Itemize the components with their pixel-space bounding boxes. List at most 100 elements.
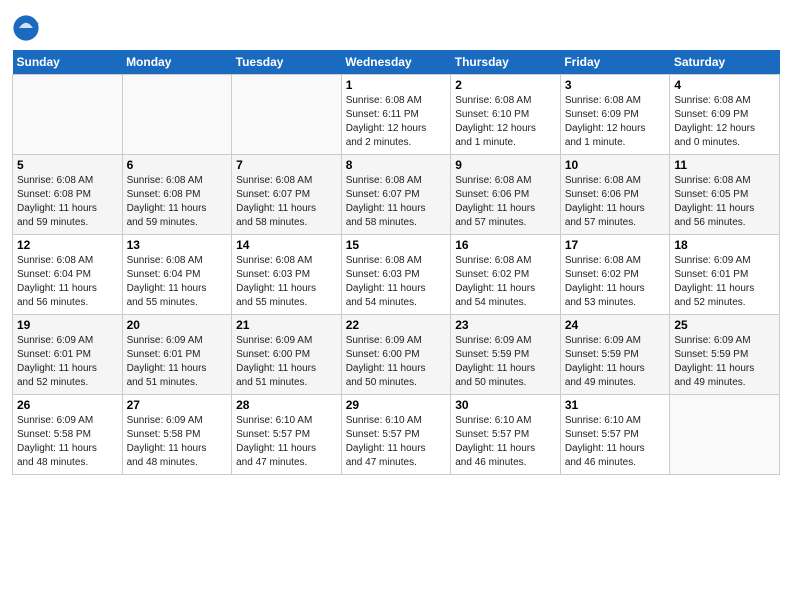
day-info: Sunrise: 6:08 AM Sunset: 6:05 PM Dayligh… bbox=[674, 174, 775, 230]
day-info: Sunrise: 6:09 AM Sunset: 5:59 PM Dayligh… bbox=[565, 334, 666, 390]
calendar-cell: 8 Sunrise: 6:08 AM Sunset: 6:07 PM Daylig… bbox=[341, 155, 451, 235]
calendar-cell: 24Sunrise: 6:09 AM Sunset: 5:59 PM Dayli… bbox=[560, 315, 670, 395]
calendar-cell: 22 Sunrise: 6:09 AM Sunset: 6:00 PM Dayli… bbox=[341, 315, 451, 395]
calendar-cell: 6 Sunrise: 6:08 AM Sunset: 6:08 PM Daylig… bbox=[122, 155, 232, 235]
day-info: Sunrise: 6:08 AM Sunset: 6:10 PM Dayligh… bbox=[455, 94, 556, 150]
day-number: 27 bbox=[127, 398, 228, 412]
day-number: 30 bbox=[455, 398, 556, 412]
day-number: 5 bbox=[17, 158, 118, 172]
calendar-cell: 13 Sunrise: 6:08 AM Sunset: 6:04 PM Dayli… bbox=[122, 235, 232, 315]
day-info: Sunrise: 6:10 AM Sunset: 5:57 PM Dayligh… bbox=[346, 414, 447, 470]
day-info: Sunrise: 6:08 AM Sunset: 6:07 PM Dayligh… bbox=[236, 174, 337, 230]
day-number: 13 bbox=[127, 238, 228, 252]
calendar-week-4: 19Sunrise: 6:09 AM Sunset: 6:01 PM Dayli… bbox=[13, 315, 780, 395]
calendar-cell: 9Sunrise: 6:08 AM Sunset: 6:06 PM Daylig… bbox=[451, 155, 561, 235]
calendar-cell: 2 Sunrise: 6:08 AM Sunset: 6:10 PM Daylig… bbox=[451, 75, 561, 155]
calendar-table: SundayMondayTuesdayWednesdayThursdayFrid… bbox=[12, 50, 780, 475]
calendar-cell: 23Sunrise: 6:09 AM Sunset: 5:59 PM Dayli… bbox=[451, 315, 561, 395]
weekday-header-wednesday: Wednesday bbox=[341, 50, 451, 75]
calendar-cell: 27 Sunrise: 6:09 AM Sunset: 5:58 PM Dayli… bbox=[122, 395, 232, 475]
calendar-cell bbox=[122, 75, 232, 155]
calendar-cell: 10 Sunrise: 6:08 AM Sunset: 6:06 PM Dayli… bbox=[560, 155, 670, 235]
day-number: 28 bbox=[236, 398, 337, 412]
page-container: SundayMondayTuesdayWednesdayThursdayFrid… bbox=[0, 0, 792, 483]
calendar-cell: 29 Sunrise: 6:10 AM Sunset: 5:57 PM Dayli… bbox=[341, 395, 451, 475]
day-number: 21 bbox=[236, 318, 337, 332]
calendar-cell: 30 Sunrise: 6:10 AM Sunset: 5:57 PM Dayli… bbox=[451, 395, 561, 475]
calendar-cell: 15Sunrise: 6:08 AM Sunset: 6:03 PM Dayli… bbox=[341, 235, 451, 315]
day-info: Sunrise: 6:08 AM Sunset: 6:03 PM Dayligh… bbox=[346, 254, 447, 310]
day-info: Sunrise: 6:09 AM Sunset: 6:01 PM Dayligh… bbox=[17, 334, 118, 390]
day-info: Sunrise: 6:10 AM Sunset: 5:57 PM Dayligh… bbox=[455, 414, 556, 470]
day-number: 14 bbox=[236, 238, 337, 252]
calendar-week-3: 12Sunrise: 6:08 AM Sunset: 6:04 PM Dayli… bbox=[13, 235, 780, 315]
day-info: Sunrise: 6:08 AM Sunset: 6:04 PM Dayligh… bbox=[127, 254, 228, 310]
calendar-cell: 17 Sunrise: 6:08 AM Sunset: 6:02 PM Dayli… bbox=[560, 235, 670, 315]
calendar-cell: 5 Sunrise: 6:08 AM Sunset: 6:08 PM Daylig… bbox=[13, 155, 123, 235]
day-number: 26 bbox=[17, 398, 118, 412]
day-number: 17 bbox=[565, 238, 666, 252]
day-info: Sunrise: 6:08 AM Sunset: 6:02 PM Dayligh… bbox=[565, 254, 666, 310]
calendar-cell bbox=[670, 395, 780, 475]
day-number: 29 bbox=[346, 398, 447, 412]
day-number: 23 bbox=[455, 318, 556, 332]
day-info: Sunrise: 6:10 AM Sunset: 5:57 PM Dayligh… bbox=[565, 414, 666, 470]
day-info: Sunrise: 6:08 AM Sunset: 6:09 PM Dayligh… bbox=[674, 94, 775, 150]
calendar-header: SundayMondayTuesdayWednesdayThursdayFrid… bbox=[13, 50, 780, 75]
calendar-cell: 28 Sunrise: 6:10 AM Sunset: 5:57 PM Dayli… bbox=[232, 395, 342, 475]
calendar-cell: 3Sunrise: 6:08 AM Sunset: 6:09 PM Daylig… bbox=[560, 75, 670, 155]
day-number: 2 bbox=[455, 78, 556, 92]
calendar-cell bbox=[232, 75, 342, 155]
day-number: 16 bbox=[455, 238, 556, 252]
day-number: 22 bbox=[346, 318, 447, 332]
day-info: Sunrise: 6:08 AM Sunset: 6:02 PM Dayligh… bbox=[455, 254, 556, 310]
day-info: Sunrise: 6:08 AM Sunset: 6:08 PM Dayligh… bbox=[127, 174, 228, 230]
day-number: 6 bbox=[127, 158, 228, 172]
calendar-cell: 4 Sunrise: 6:08 AM Sunset: 6:09 PM Daylig… bbox=[670, 75, 780, 155]
day-info: Sunrise: 6:09 AM Sunset: 6:01 PM Dayligh… bbox=[127, 334, 228, 390]
calendar-cell: 16 Sunrise: 6:08 AM Sunset: 6:02 PM Dayli… bbox=[451, 235, 561, 315]
day-number: 10 bbox=[565, 158, 666, 172]
calendar-cell: 7 Sunrise: 6:08 AM Sunset: 6:07 PM Daylig… bbox=[232, 155, 342, 235]
calendar-week-2: 5 Sunrise: 6:08 AM Sunset: 6:08 PM Daylig… bbox=[13, 155, 780, 235]
calendar-cell: 12Sunrise: 6:08 AM Sunset: 6:04 PM Dayli… bbox=[13, 235, 123, 315]
day-info: Sunrise: 6:09 AM Sunset: 5:58 PM Dayligh… bbox=[127, 414, 228, 470]
day-info: Sunrise: 6:08 AM Sunset: 6:09 PM Dayligh… bbox=[565, 94, 666, 150]
calendar-cell: 11 Sunrise: 6:08 AM Sunset: 6:05 PM Dayli… bbox=[670, 155, 780, 235]
day-number: 4 bbox=[674, 78, 775, 92]
weekday-header-monday: Monday bbox=[122, 50, 232, 75]
day-info: Sunrise: 6:09 AM Sunset: 5:59 PM Dayligh… bbox=[674, 334, 775, 390]
calendar-cell: 1Sunrise: 6:08 AM Sunset: 6:11 PM Daylig… bbox=[341, 75, 451, 155]
calendar-cell: 25 Sunrise: 6:09 AM Sunset: 5:59 PM Dayli… bbox=[670, 315, 780, 395]
day-info: Sunrise: 6:08 AM Sunset: 6:07 PM Dayligh… bbox=[346, 174, 447, 230]
day-number: 18 bbox=[674, 238, 775, 252]
day-number: 20 bbox=[127, 318, 228, 332]
calendar-cell: 21 Sunrise: 6:09 AM Sunset: 6:00 PM Dayli… bbox=[232, 315, 342, 395]
day-number: 31 bbox=[565, 398, 666, 412]
header bbox=[12, 10, 780, 42]
calendar-cell: 18Sunrise: 6:09 AM Sunset: 6:01 PM Dayli… bbox=[670, 235, 780, 315]
day-info: Sunrise: 6:08 AM Sunset: 6:08 PM Dayligh… bbox=[17, 174, 118, 230]
day-info: Sunrise: 6:09 AM Sunset: 6:00 PM Dayligh… bbox=[346, 334, 447, 390]
day-info: Sunrise: 6:08 AM Sunset: 6:06 PM Dayligh… bbox=[565, 174, 666, 230]
day-info: Sunrise: 6:08 AM Sunset: 6:04 PM Dayligh… bbox=[17, 254, 118, 310]
weekday-header-friday: Friday bbox=[560, 50, 670, 75]
day-number: 25 bbox=[674, 318, 775, 332]
day-info: Sunrise: 6:10 AM Sunset: 5:57 PM Dayligh… bbox=[236, 414, 337, 470]
weekday-header-tuesday: Tuesday bbox=[232, 50, 342, 75]
day-number: 1 bbox=[346, 78, 447, 92]
calendar-body: 1Sunrise: 6:08 AM Sunset: 6:11 PM Daylig… bbox=[13, 75, 780, 475]
calendar-cell: 19Sunrise: 6:09 AM Sunset: 6:01 PM Dayli… bbox=[13, 315, 123, 395]
calendar-cell: 14Sunrise: 6:08 AM Sunset: 6:03 PM Dayli… bbox=[232, 235, 342, 315]
calendar-cell bbox=[13, 75, 123, 155]
day-number: 7 bbox=[236, 158, 337, 172]
day-info: Sunrise: 6:09 AM Sunset: 6:00 PM Dayligh… bbox=[236, 334, 337, 390]
day-number: 8 bbox=[346, 158, 447, 172]
weekday-header-sunday: Sunday bbox=[13, 50, 123, 75]
calendar-cell: 31 Sunrise: 6:10 AM Sunset: 5:57 PM Dayli… bbox=[560, 395, 670, 475]
day-number: 11 bbox=[674, 158, 775, 172]
weekday-row: SundayMondayTuesdayWednesdayThursdayFrid… bbox=[13, 50, 780, 75]
day-info: Sunrise: 6:08 AM Sunset: 6:06 PM Dayligh… bbox=[455, 174, 556, 230]
logo bbox=[12, 14, 44, 42]
day-info: Sunrise: 6:09 AM Sunset: 5:58 PM Dayligh… bbox=[17, 414, 118, 470]
